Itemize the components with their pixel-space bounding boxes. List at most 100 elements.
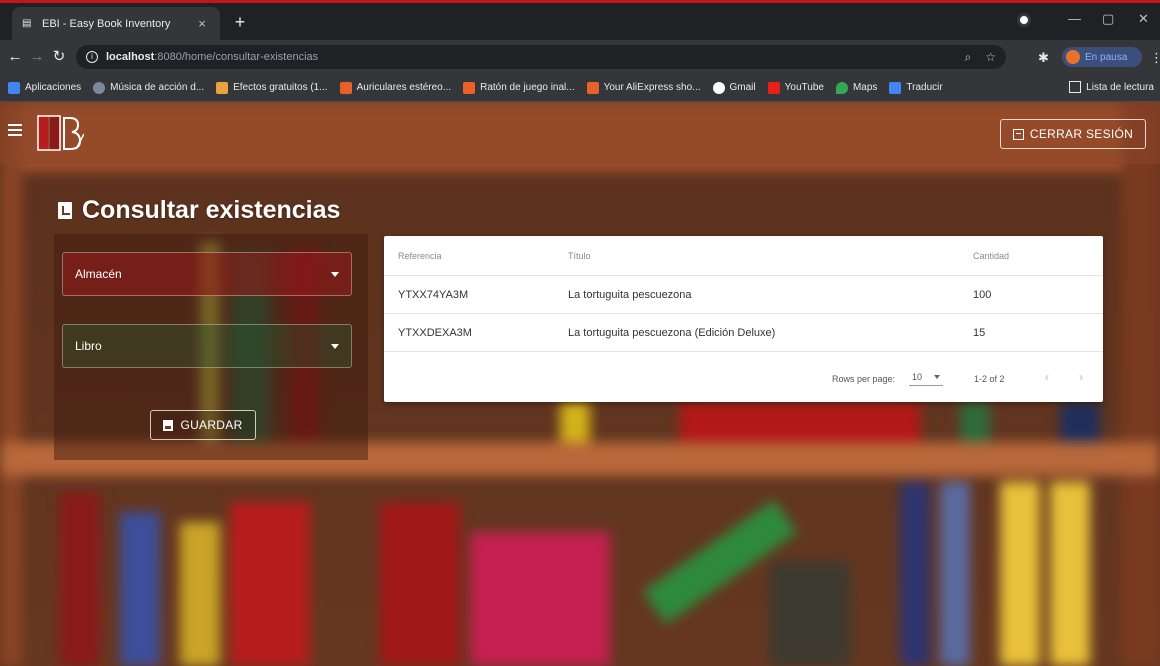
profile-status: En pausa [1085, 51, 1128, 63]
zoom-icon[interactable]: ⌕ [965, 50, 972, 65]
new-tab-button[interactable]: + [230, 12, 250, 32]
bookmark-label: Maps [852, 82, 878, 93]
tab-title: EBI - Easy Book Inventory [42, 17, 171, 30]
bookmark-youtube[interactable]: YouTube [767, 81, 824, 94]
browser-toolbar: ← → ↻ i localhost :8080/home/consultar-e… [0, 40, 1160, 74]
page-title: Consultar existencias [82, 196, 341, 224]
bookmark-label: Aplicaciones [25, 82, 82, 93]
save-button-label: GUARDAR [180, 418, 243, 432]
table-pagination: Rows per page: 10 1-2 of 2 ‹ › [384, 352, 1103, 402]
cell-reference: YTXX74YA3M [398, 288, 469, 301]
gmail-icon [712, 81, 725, 94]
dropdown-arrow-icon [934, 374, 940, 379]
star-bookmark-icon[interactable]: ☆ [985, 50, 996, 64]
stock-table: Referencia Título Cantidad YTXX74YA3M La… [384, 236, 1103, 402]
bookmark-item[interactable]: Your AliExpress sho... [586, 81, 701, 94]
translate-icon [889, 81, 902, 94]
back-arrow-icon[interactable]: ← [6, 48, 24, 66]
save-button[interactable]: GUARDAR [150, 410, 256, 440]
profile-button[interactable]: En pausa [1062, 47, 1142, 67]
youtube-icon [767, 81, 780, 94]
browser-menu-icon[interactable]: ⋮ [1150, 50, 1160, 66]
rows-per-page-value: 10 [912, 371, 923, 382]
app-header [0, 102, 1160, 164]
apps-grid-icon [8, 81, 20, 94]
bookmark-gmail[interactable]: Gmail [712, 81, 756, 94]
bookmark-item[interactable]: Auriculares estéreo... [339, 81, 452, 94]
maximize-icon[interactable]: ▢ [1102, 11, 1114, 27]
logout-label: CERRAR SESIÓN [1029, 127, 1134, 141]
warehouse-select[interactable]: Almacén [62, 252, 352, 296]
bookmark-label: Ratón de juego inal... [480, 82, 575, 93]
globe-icon [93, 81, 106, 94]
book-favicon-icon: ▤ [22, 17, 32, 29]
extensions-puzzle-icon[interactable]: ✱ [1038, 50, 1049, 66]
bookmark-item[interactable]: Música de acción d... [93, 81, 205, 94]
forward-arrow-icon[interactable]: → [28, 48, 46, 66]
bookmark-label: Traducir [906, 82, 943, 93]
bookmark-label: YouTube [784, 82, 824, 93]
table-row[interactable]: YTXX74YA3M La tortuguita pescuezona 100 [384, 276, 1103, 314]
page-heading: Consultar existencias [58, 196, 340, 225]
column-header-quantity[interactable]: Cantidad [973, 236, 1009, 275]
reading-list-label: Lista de lectura [1086, 81, 1154, 93]
column-header-reference[interactable]: Referencia [398, 236, 442, 275]
bookmark-label: Auriculares estéreo... [356, 82, 452, 93]
cell-title: La tortuguita pescuezona (Edición Deluxe… [568, 326, 776, 339]
next-page-chevron-icon[interactable]: › [1074, 370, 1088, 384]
query-form: Almacén Libro GUARDAR [54, 234, 368, 460]
table-header-row: Referencia Título Cantidad [384, 236, 1103, 276]
site-info-icon[interactable]: i [86, 51, 98, 63]
book-select[interactable]: Libro [62, 324, 352, 368]
floppy-disk-icon [163, 419, 174, 431]
logout-button[interactable]: CERRAR SESIÓN [1000, 119, 1146, 149]
reload-icon[interactable]: ↻ [50, 48, 68, 66]
prev-page-chevron-icon[interactable]: ‹ [1040, 370, 1054, 384]
warehouse-select-label: Almacén [75, 267, 122, 281]
bookmark-item[interactable]: Ratón de juego inal... [463, 81, 575, 94]
window-close-icon[interactable]: ✕ [1138, 11, 1149, 27]
record-indicator-icon [1017, 13, 1031, 27]
site-favicon-icon [216, 81, 229, 94]
bookmark-translate[interactable]: Traducir [889, 81, 943, 94]
avatar [1066, 50, 1080, 64]
aliexpress-icon [463, 81, 476, 94]
tab-close-icon[interactable]: × [194, 16, 210, 31]
url-host: localhost [106, 51, 155, 63]
pagination-range: 1-2 of 2 [974, 374, 1005, 384]
cell-reference: YTXXDEXA3M [398, 326, 472, 339]
bookmarks-bar: Aplicaciones Música de acción d... Efect… [0, 74, 1160, 102]
bookmark-maps[interactable]: Maps [835, 81, 878, 94]
document-icon [58, 202, 72, 219]
app-page: CERRAR SESIÓN Consultar existencias Alma… [0, 102, 1160, 666]
bookmark-label: Gmail [729, 82, 756, 93]
aliexpress-icon [586, 81, 599, 94]
minimize-icon[interactable]: — [1068, 11, 1081, 26]
reading-list-icon [1069, 81, 1082, 93]
cell-quantity: 100 [973, 288, 992, 301]
bookmark-label: Música de acción d... [110, 82, 205, 93]
cell-title: La tortuguita pescuezona [568, 288, 692, 301]
rows-per-page-label: Rows per page: [832, 374, 896, 384]
ebi-logo [37, 115, 84, 151]
bookmark-label: Efectos gratuitos (1... [233, 82, 328, 93]
column-header-title[interactable]: Título [568, 236, 591, 275]
rows-per-page-select[interactable]: 10 [909, 368, 943, 386]
address-bar[interactable]: i localhost :8080/home/consultar-existen… [76, 45, 1006, 69]
bookmark-item[interactable]: Efectos gratuitos (1... [216, 81, 328, 94]
table-row[interactable]: YTXXDEXA3M La tortuguita pescuezona (Edi… [384, 314, 1103, 352]
cell-quantity: 15 [973, 326, 986, 339]
logout-icon [1012, 128, 1024, 140]
browser-tab[interactable]: ▤ EBI - Easy Book Inventory × [12, 7, 220, 40]
url-path: :8080/home/consultar-existencias [154, 51, 319, 63]
hamburger-menu-icon[interactable] [8, 124, 22, 136]
bookmark-apps[interactable]: Aplicaciones [8, 81, 82, 94]
dropdown-arrow-icon [331, 271, 339, 277]
reading-list-button[interactable]: Lista de lectura [1069, 81, 1154, 93]
browser-tab-strip: ▤ EBI - Easy Book Inventory × + — ▢ ✕ [0, 0, 1160, 40]
dropdown-arrow-icon [331, 343, 339, 349]
aliexpress-icon [339, 81, 352, 94]
bookmark-label: Your AliExpress sho... [603, 82, 701, 93]
book-select-label: Libro [75, 339, 102, 353]
map-pin-icon [835, 81, 848, 94]
